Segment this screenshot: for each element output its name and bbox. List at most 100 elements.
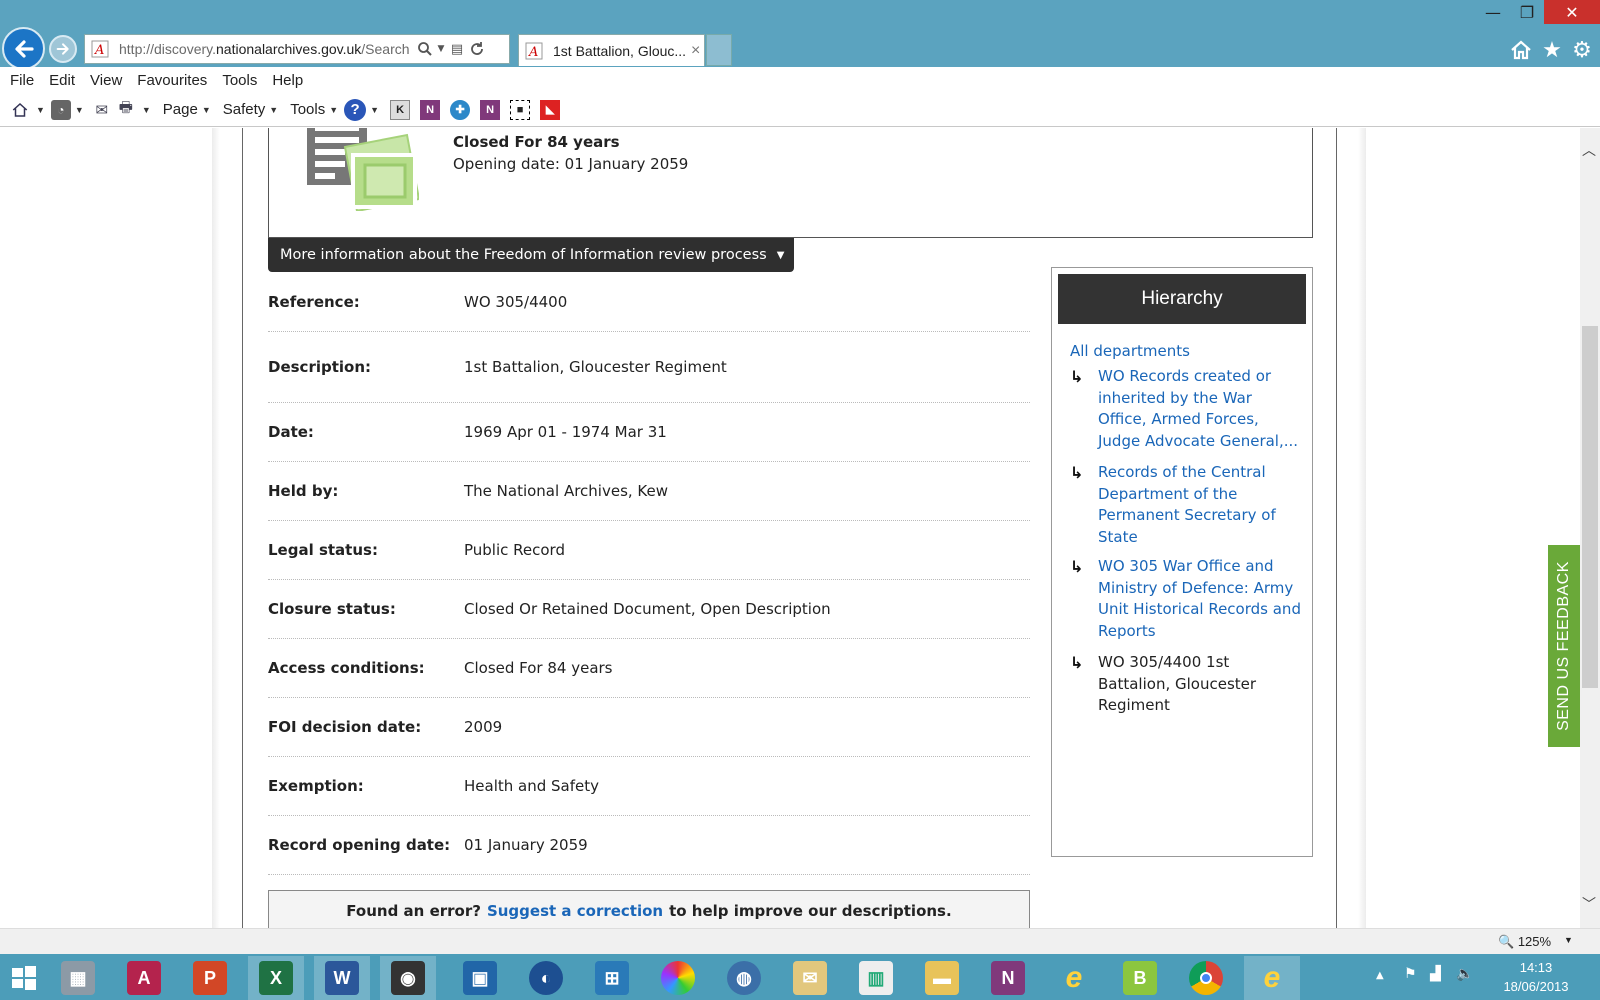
detail-value: 2009 bbox=[464, 718, 503, 736]
tools-dropdown-icon[interactable]: ▼ bbox=[329, 105, 338, 115]
globe-icon: ◍ bbox=[727, 961, 761, 995]
maximize-button[interactable]: ❐ bbox=[1510, 0, 1544, 24]
minimize-button[interactable]: — bbox=[1476, 0, 1510, 24]
action-center-flag-icon[interactable]: ⚑ bbox=[1404, 966, 1417, 982]
all-departments-link[interactable]: All departments bbox=[1070, 342, 1312, 360]
taskbar-powerpoint[interactable]: P bbox=[182, 956, 238, 1000]
closed-heading: Closed For 84 years bbox=[453, 133, 620, 151]
taskbar-chrome[interactable] bbox=[1178, 956, 1234, 1000]
hierarchy-item: ↳ Records of the Central Department of t… bbox=[1070, 462, 1304, 548]
rss-feed-icon[interactable]: ◔ bbox=[50, 99, 71, 120]
onenote-linked-icon[interactable]: N bbox=[480, 99, 501, 120]
print-dropdown-icon[interactable]: ▼ bbox=[142, 105, 151, 115]
suggest-correction-link[interactable]: Suggest a correction bbox=[487, 902, 663, 920]
taskbar-explorer[interactable]: ▬ bbox=[914, 956, 970, 1000]
detail-row-legal-status: Legal status: Public Record bbox=[268, 521, 1030, 580]
tab-favicon-icon: A bbox=[523, 41, 545, 61]
safety-menu[interactable]: Safety bbox=[223, 101, 266, 118]
taskbar-excel[interactable]: X bbox=[248, 956, 304, 1000]
zoom-dropdown-icon[interactable]: ▼ bbox=[1564, 935, 1573, 945]
close-window-button[interactable]: ✕ bbox=[1544, 0, 1600, 24]
taskbar-access[interactable]: A bbox=[116, 956, 172, 1000]
taskbar-camera[interactable]: ◉ bbox=[380, 956, 436, 1000]
calculator-icon: ▦ bbox=[61, 961, 95, 995]
taskbar-mail[interactable]: ✉ bbox=[782, 956, 838, 1000]
mail-icon[interactable]: ✉ bbox=[90, 98, 114, 122]
taskbar-globe[interactable]: ◍ bbox=[716, 956, 772, 1000]
feed-dropdown-icon[interactable]: ▼ bbox=[75, 105, 84, 115]
taskbar-window[interactable]: ▥ bbox=[848, 956, 904, 1000]
foi-info-toggle[interactable]: More information about the Freedom of In… bbox=[268, 238, 794, 272]
menu-help[interactable]: Help bbox=[272, 72, 303, 89]
favorites-star-icon[interactable]: ★ bbox=[1537, 35, 1567, 65]
clip-addon-icon[interactable]: ■ bbox=[510, 99, 531, 120]
onenote-addon-icon[interactable]: N bbox=[420, 99, 441, 120]
taskbar-word[interactable]: W bbox=[314, 956, 370, 1000]
back-button[interactable] bbox=[2, 27, 45, 70]
scroll-down-icon[interactable]: ﹀ bbox=[1582, 894, 1596, 914]
zoom-level[interactable]: 🔍 125% bbox=[1498, 934, 1551, 950]
detail-row-description: Description: 1st Battalion, Gloucester R… bbox=[268, 332, 1030, 403]
taskbar-network[interactable]: ⊞ bbox=[584, 956, 640, 1000]
detail-label: Date: bbox=[268, 423, 314, 441]
start-button[interactable] bbox=[4, 956, 44, 1000]
taskbar-app[interactable]: ▣ bbox=[452, 956, 508, 1000]
scroll-up-icon[interactable]: ︿ bbox=[1582, 140, 1596, 160]
dropdown-caret-icon[interactable]: ▼ bbox=[435, 39, 447, 59]
ie-active-icon: e bbox=[1263, 961, 1281, 994]
taskbar-color-wheel[interactable] bbox=[650, 956, 706, 1000]
hierarchy-link-wo-records[interactable]: WO Records created or inherited by the W… bbox=[1098, 366, 1304, 452]
gear-icon[interactable]: ⚙ bbox=[1567, 35, 1597, 65]
globe-addon-icon[interactable]: ✚ bbox=[450, 99, 471, 120]
taskbar-ie[interactable]: e bbox=[1046, 956, 1102, 1000]
refresh-icon[interactable] bbox=[467, 39, 487, 59]
menu-favourites[interactable]: Favourites bbox=[137, 72, 207, 89]
menu-edit[interactable]: Edit bbox=[49, 72, 75, 89]
print-icon[interactable]: 🖶 bbox=[114, 98, 138, 122]
address-bar[interactable]: A http://discovery.nationalarchives.gov.… bbox=[84, 34, 510, 64]
tools-menu[interactable]: Tools bbox=[290, 101, 325, 118]
home-dropdown-icon[interactable]: ▼ bbox=[36, 105, 45, 115]
send-feedback-tab[interactable]: SEND US FEEDBACK bbox=[1548, 545, 1580, 747]
hierarchy-link-wo-305[interactable]: WO 305 War Office and Ministry of Defenc… bbox=[1098, 556, 1304, 642]
taskbar-ie-active[interactable]: e bbox=[1244, 956, 1300, 1000]
taskbar-onenote[interactable]: N bbox=[980, 956, 1036, 1000]
menu-bar: File Edit View Favourites Tools Help bbox=[0, 67, 1600, 93]
page-dropdown-icon[interactable]: ▼ bbox=[202, 105, 211, 115]
tab-current[interactable]: A 1st Battalion, Glouc... × bbox=[518, 34, 705, 66]
compatibility-view-icon[interactable]: ▤ bbox=[447, 39, 467, 59]
taskbar-b-app[interactable]: B bbox=[1112, 956, 1168, 1000]
help-icon[interactable]: ? bbox=[344, 98, 367, 121]
flag-addon-icon[interactable]: ◣ bbox=[540, 99, 561, 120]
menu-view[interactable]: View bbox=[90, 72, 122, 89]
tab-close-icon[interactable]: × bbox=[691, 42, 700, 60]
hierarchy-link-central-department[interactable]: Records of the Central Department of the… bbox=[1098, 462, 1304, 548]
menu-tools[interactable]: Tools bbox=[222, 72, 257, 89]
safety-dropdown-icon[interactable]: ▼ bbox=[269, 105, 278, 115]
new-tab-button[interactable] bbox=[706, 34, 732, 66]
volume-icon[interactable]: 🔈 bbox=[1456, 966, 1473, 982]
forward-button[interactable] bbox=[49, 35, 77, 63]
b-icon: B bbox=[1123, 961, 1157, 995]
scrollbar-thumb[interactable] bbox=[1582, 326, 1598, 688]
help-dropdown-icon[interactable]: ▼ bbox=[370, 105, 379, 115]
chrome-icon bbox=[1189, 961, 1223, 995]
detail-value: WO 305/4400 bbox=[464, 293, 568, 311]
detail-row-exemption: Exemption: Health and Safety bbox=[268, 757, 1030, 816]
svg-text:A: A bbox=[528, 45, 538, 60]
k-addon-icon[interactable]: K bbox=[390, 99, 411, 120]
page-viewport: Closed For 84 years Opening date: 01 Jan… bbox=[0, 128, 1600, 928]
home-toolbar-icon[interactable] bbox=[8, 98, 32, 122]
tray-expand-icon[interactable]: ▲ bbox=[1376, 970, 1384, 981]
detail-value: Public Record bbox=[464, 541, 565, 559]
taskbar-google-earth[interactable]: ◐ bbox=[518, 956, 574, 1000]
menu-file[interactable]: File bbox=[10, 72, 34, 89]
system-clock[interactable]: 14:13 18/06/2013 bbox=[1484, 958, 1588, 996]
url-text[interactable]: http://discovery.nationalarchives.gov.uk… bbox=[119, 41, 415, 57]
page-menu[interactable]: Page bbox=[163, 101, 198, 118]
network-signal-icon[interactable]: ▟ bbox=[1430, 966, 1441, 982]
detail-row-reference: Reference: WO 305/4400 bbox=[268, 273, 1030, 332]
taskbar-calculator[interactable]: ▦ bbox=[50, 956, 106, 1000]
search-icon[interactable] bbox=[415, 39, 435, 59]
home-icon[interactable] bbox=[1506, 35, 1536, 65]
